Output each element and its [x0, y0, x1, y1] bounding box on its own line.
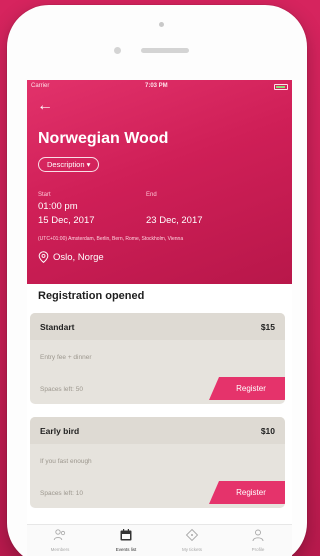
ticket-description: If you fast enough — [40, 458, 92, 465]
tab-label: My tickets — [181, 547, 202, 552]
profile-icon — [252, 529, 264, 542]
phone-speaker — [141, 48, 189, 53]
back-arrow-icon[interactable]: ← — [37, 98, 55, 114]
ticket-price: $10 — [260, 426, 275, 436]
app-screen: Carrier 7:03 PM ← Norwegian Wood Descrip… — [27, 80, 292, 556]
phone-sensor — [159, 22, 164, 27]
tab-events-list[interactable]: Events list — [93, 525, 159, 556]
tab-label: Profile — [251, 547, 265, 552]
tab-my-tickets[interactable]: My tickets — [159, 525, 225, 556]
event-title: Norwegian Wood — [38, 130, 169, 147]
ticket-card: Early bird $10 If you fast enough Spaces… — [30, 417, 285, 508]
registration-heading: Registration opened — [38, 290, 145, 302]
ticket-spaces-left: Spaces left: 10 — [40, 490, 83, 497]
event-location: Oslo, Norge — [53, 252, 104, 263]
ticket-name: Early bird — [40, 426, 80, 436]
start-label: Start — [38, 192, 51, 198]
start-date: 15 Dec, 2017 — [38, 215, 95, 226]
tab-members[interactable]: Members — [27, 525, 93, 556]
tab-profile[interactable]: Profile — [225, 525, 291, 556]
battery-icon — [274, 84, 288, 90]
calendar-icon — [120, 529, 132, 541]
ticket-card: Standart $15 Entry fee + dinner Spaces l… — [30, 313, 285, 404]
ticket-icon — [185, 528, 199, 542]
event-header: Carrier 7:03 PM ← Norwegian Wood Descrip… — [27, 80, 292, 284]
phone-camera — [114, 47, 121, 54]
start-time: 01:00 pm — [38, 201, 78, 212]
description-button[interactable]: Description ▾ — [38, 157, 100, 172]
ticket-name: Standart — [40, 322, 75, 332]
tab-label: Events list — [115, 547, 137, 552]
register-button[interactable]: Register — [209, 481, 285, 504]
ticket-spaces-left: Spaces left: 50 — [40, 386, 83, 393]
ticket-description: Entry fee + dinner — [40, 354, 92, 361]
ticket-price: $15 — [260, 322, 275, 332]
register-button[interactable]: Register — [209, 377, 285, 400]
members-icon — [53, 529, 66, 541]
chevron-down-icon: ▾ — [86, 160, 91, 169]
description-button-label: Description — [47, 160, 85, 169]
timezone-text: (UTC+01:00) Amsterdam, Berlin, Bern, Rom… — [38, 236, 184, 242]
end-date: 23 Dec, 2017 — [146, 215, 203, 226]
end-label: End — [146, 192, 157, 198]
location-pin-icon — [38, 251, 49, 263]
tab-bar: Members Events list My tickets Profile — [27, 524, 292, 556]
tab-label: Members — [50, 547, 70, 552]
clock: 7:03 PM — [145, 83, 168, 89]
carrier-label: Carrier — [31, 83, 50, 89]
status-bar: Carrier 7:03 PM — [27, 83, 292, 93]
ticket-header: Standart $15 — [30, 313, 285, 340]
ticket-header: Early bird $10 — [30, 417, 285, 444]
